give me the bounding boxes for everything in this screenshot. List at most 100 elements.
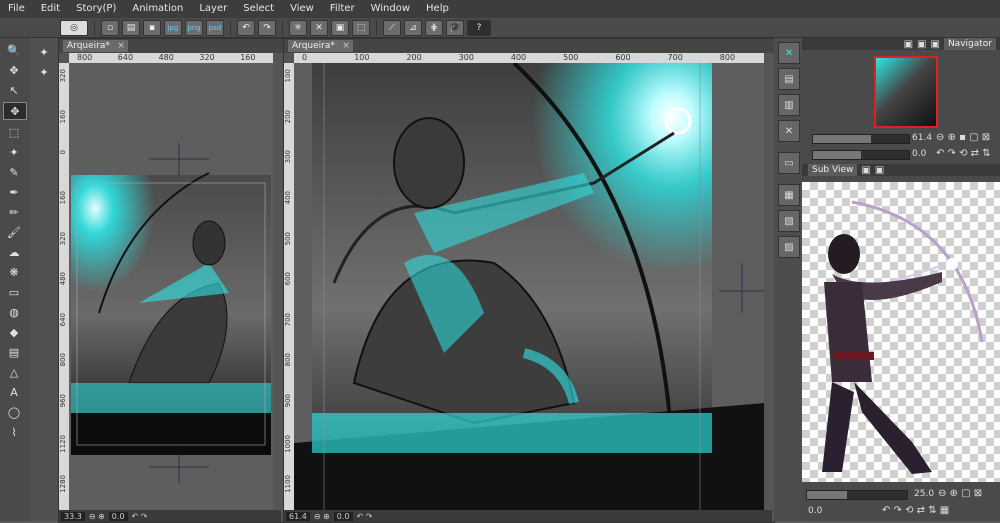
pen-icon[interactable]: ✒ [3, 184, 25, 200]
history-icon[interactable]: ▨ [778, 236, 800, 258]
save-icon[interactable]: ▪ [143, 19, 161, 36]
navigator-tab[interactable]: Navigator [943, 38, 996, 50]
rotate-icon[interactable]: ↶ ↷ [132, 512, 148, 521]
grid-icon[interactable]: ⋕ [425, 19, 443, 36]
panel-tab-icon[interactable]: ▣ [875, 165, 884, 176]
menu-storyp[interactable]: Story(P) [68, 0, 124, 18]
select-icon[interactable]: ⬚ [3, 124, 25, 140]
learn-icon[interactable]: 🎓 [446, 19, 464, 36]
ruler-tick-label: 160 [59, 109, 67, 123]
canvas-viewport[interactable] [294, 63, 764, 510]
ruler-tick-label: 0 [302, 53, 308, 62]
operation-icon[interactable]: ↖ [3, 82, 25, 98]
panel-tab-icon[interactable]: ▣ [931, 39, 940, 50]
canvas-tab[interactable]: Arqueira* × [288, 40, 353, 52]
zoom-value[interactable]: 33.3 [61, 511, 85, 521]
close-icon[interactable]: × [117, 40, 125, 52]
ruler-tick-label: 600 [284, 272, 292, 286]
redo-icon[interactable]: ↷ [258, 19, 276, 36]
canvas-viewport[interactable] [69, 63, 273, 510]
open-icon[interactable]: ▤ [122, 19, 140, 36]
figure-icon[interactable]: △ [3, 364, 25, 380]
subtool-icon-2[interactable]: ✦ [33, 64, 55, 80]
fill-icon[interactable]: ▣ [331, 19, 349, 36]
ruler-tick-label: 640 [59, 312, 67, 327]
separator [94, 20, 95, 35]
transform-icon[interactable]: ⬚ [352, 19, 370, 36]
material-icon[interactable]: ▧ [778, 210, 800, 232]
subtool-icon-1[interactable]: ✦ [33, 44, 55, 60]
move-layer-icon[interactable]: ✥ [3, 102, 27, 120]
move-icon[interactable]: ✥ [3, 62, 25, 78]
brush-icon[interactable]: 🖌 [3, 224, 25, 240]
magic-wand-icon[interactable]: ✦ [3, 144, 25, 160]
panel-tab-icon[interactable]: ▣ [904, 39, 913, 50]
navigator-zoom-buttons[interactable]: ⊖ ⊕ ▪ ▢ ⊠ [936, 132, 990, 143]
menu-window[interactable]: Window [363, 0, 418, 18]
close-icon[interactable]: × [342, 40, 350, 52]
ruler-tick-label: 200 [406, 53, 422, 62]
menu-select[interactable]: Select [235, 0, 282, 18]
clear-icon[interactable]: ✕ [310, 19, 328, 36]
pencil-icon[interactable]: ✏ [3, 204, 25, 220]
panel-tab-icon[interactable]: ▣ [917, 39, 926, 50]
navigator-rotate-slider[interactable] [812, 150, 910, 160]
zoom-icon[interactable]: 🔍 [3, 42, 25, 58]
navigator-icon[interactable]: ✕ [778, 42, 800, 64]
tool-property-icon[interactable]: ✕ [778, 120, 800, 142]
new-icon[interactable]: ▫ [101, 19, 119, 36]
menu-animation[interactable]: Animation [124, 0, 191, 18]
artwork-thumbnail [69, 63, 273, 510]
menu-view[interactable]: View [282, 0, 322, 18]
folder-icon[interactable]: ▭ [778, 152, 800, 174]
decoration-icon[interactable]: ❋ [3, 264, 25, 280]
menu-file[interactable]: File [0, 0, 33, 18]
menu-edit[interactable]: Edit [33, 0, 68, 18]
zoom-stepper-icon[interactable]: ⊖ ⊕ [89, 512, 105, 521]
subview-zoom-slider[interactable] [806, 490, 908, 500]
loading-icon[interactable]: ✳ [289, 19, 307, 36]
zoom-value[interactable]: 61.4 [286, 511, 310, 521]
export-psd-icon[interactable]: psd [206, 19, 224, 36]
clip-logo-icon[interactable]: ◎ [60, 19, 88, 36]
layer-icon[interactable]: ▦ [778, 184, 800, 206]
ruler-snap-icon[interactable]: ⟋ [383, 19, 401, 36]
gradient-icon[interactable]: ▤ [3, 344, 25, 360]
rotation-value[interactable]: 0.0 [108, 511, 128, 521]
canvas-tab[interactable]: Arqueira* × [63, 40, 128, 52]
rotation-value[interactable]: 0.0 [333, 511, 353, 521]
export-jpg-icon[interactable]: jpg [164, 19, 182, 36]
ruler-tick-label: 500 [284, 231, 292, 245]
subview-icon[interactable]: ▤ [778, 68, 800, 90]
command-bar: ◎ ▫ ▤ ▪ jpg png psd ↶ ↷ ✳ ✕ ▣ ⬚ ⟋ ⊿ ⋕ 🎓 … [0, 18, 1000, 38]
correct-line-icon[interactable]: ⌇ [3, 424, 25, 440]
rotate-icon[interactable]: ↶ ↷ [357, 512, 373, 521]
zoom-stepper-icon[interactable]: ⊖ ⊕ [314, 512, 330, 521]
special-ruler-icon[interactable]: ⊿ [404, 19, 422, 36]
eraser-icon[interactable]: ▭ [3, 284, 25, 300]
subview-rotate-buttons[interactable]: ↶ ↷ ⟲ ⇄ ⇅ ▦ [882, 505, 949, 516]
menu-layer[interactable]: Layer [191, 0, 235, 18]
navigator-rotate-buttons[interactable]: ↶ ↷ ⟲ ⇄ ⇅ [936, 148, 991, 159]
navigator-thumbnail[interactable] [874, 56, 938, 128]
navigator-zoom-slider[interactable] [812, 134, 910, 144]
eyedropper-icon[interactable]: ✎ [3, 164, 25, 180]
airbrush-icon[interactable]: ☁ [3, 244, 25, 260]
ruler-tick-label: 320 [59, 231, 67, 245]
undo-icon[interactable]: ↶ [237, 19, 255, 36]
subview-tab[interactable]: Sub View [808, 164, 858, 176]
subview-zoom-buttons[interactable]: ⊖ ⊕ ▢ ⊠ [938, 488, 982, 499]
text-icon[interactable]: A [3, 384, 25, 400]
ruler-tick-label: 320 [59, 69, 67, 83]
horizontal-ruler: 800 640 480 320 160 [69, 53, 273, 63]
fill-icon[interactable]: ◆ [3, 324, 25, 340]
menu-help[interactable]: Help [418, 0, 457, 18]
subview-image[interactable] [802, 182, 1000, 482]
help-icon[interactable]: ? [467, 19, 491, 36]
balloon-icon[interactable]: ◯ [3, 404, 25, 420]
export-png-icon[interactable]: png [185, 19, 203, 36]
panel-tab-icon[interactable]: ▣ [861, 165, 870, 176]
layer-property-icon[interactable]: ▥ [778, 94, 800, 116]
menu-filter[interactable]: Filter [322, 0, 363, 18]
blend-icon[interactable]: ◍ [3, 304, 25, 320]
